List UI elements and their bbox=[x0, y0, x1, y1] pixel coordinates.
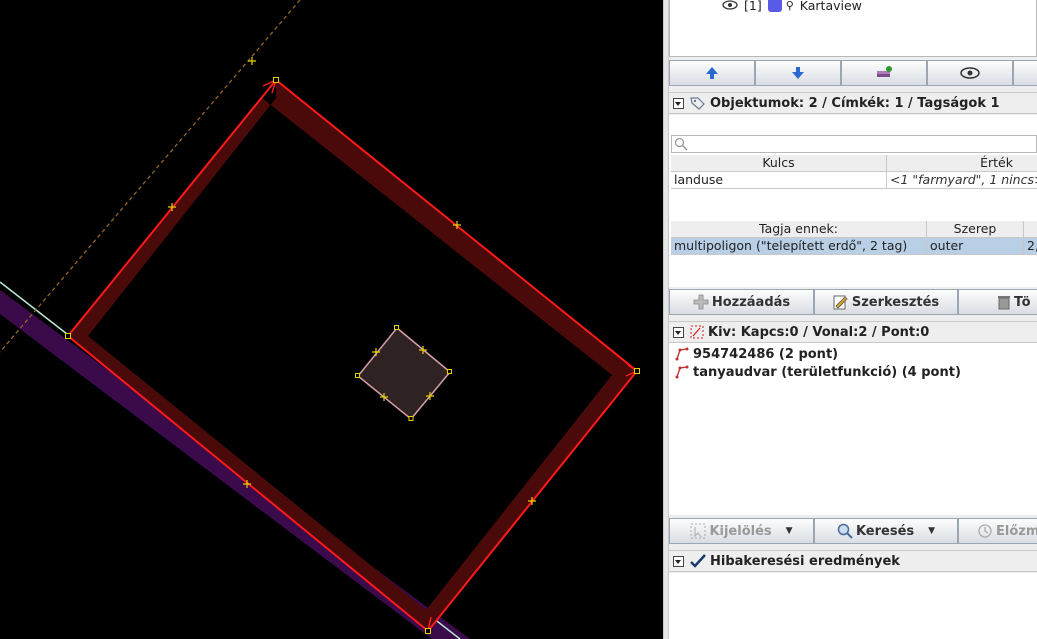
validation-panel-title: Hibakeresési eredmények bbox=[710, 553, 900, 569]
layer-label: Kartaview bbox=[799, 0, 862, 13]
node[interactable] bbox=[65, 333, 71, 339]
move-up-button[interactable] bbox=[669, 60, 755, 86]
history-button[interactable]: Előzm bbox=[958, 518, 1037, 544]
membership-role-cell[interactable]: outer bbox=[927, 238, 1024, 255]
dashed-boundary-line bbox=[0, 0, 301, 353]
selection-icon bbox=[690, 325, 704, 339]
history-label: Előzm bbox=[996, 523, 1037, 539]
tags-panel-body: Kulcs Érték landuse <1 "farmyard", 1 nin… bbox=[669, 115, 1037, 287]
search-icon bbox=[674, 137, 688, 151]
node[interactable] bbox=[634, 368, 640, 374]
selection-panel-title: Kiv: Kapcs:0 / Vonal:2 / Pont:0 bbox=[708, 324, 930, 340]
kartaview-icon bbox=[767, 0, 782, 12]
node[interactable] bbox=[425, 628, 431, 634]
selected-area-inner-band bbox=[68, 80, 637, 631]
virtual-nodes[interactable] bbox=[168, 57, 536, 505]
eye-icon bbox=[960, 67, 980, 79]
collapse-toggle-icon[interactable] bbox=[673, 97, 684, 109]
column-header-value[interactable]: Érték bbox=[887, 155, 1037, 172]
selection-list: 954742486 (2 pont) tanyaudvar (területfu… bbox=[669, 343, 1037, 515]
node[interactable] bbox=[273, 77, 279, 83]
node[interactable] bbox=[355, 373, 360, 378]
move-down-button[interactable] bbox=[755, 60, 841, 86]
delete-tag-label: Tö bbox=[1014, 294, 1031, 310]
table-row[interactable]: landuse <1 "farmyard", 1 nincs> bbox=[671, 172, 1037, 189]
column-header-member-of[interactable]: Tagja ennek: bbox=[671, 221, 927, 238]
select-label: Kijelölés bbox=[709, 523, 772, 539]
list-item[interactable]: 954742486 (2 pont) bbox=[675, 345, 838, 363]
plus-icon bbox=[693, 294, 709, 310]
map-view[interactable] bbox=[0, 0, 663, 639]
delete-tag-button[interactable]: Tö bbox=[958, 289, 1037, 315]
tags-toolbar: Hozzáadás Szerkesztés Tö bbox=[669, 289, 1037, 315]
arrow-up-icon bbox=[706, 67, 718, 79]
column-header-position[interactable] bbox=[1024, 221, 1037, 238]
side-panel: [1] ⚲ Kartaview Objektumok: 2 / Címkék: … bbox=[669, 0, 1037, 639]
edit-tag-button[interactable]: Szerkesztés bbox=[814, 289, 958, 315]
selection-item-label: 954742486 (2 pont) bbox=[693, 346, 839, 362]
tag-value-cell[interactable]: <1 "farmyard", 1 nincs> bbox=[887, 172, 1037, 189]
tag-search-field[interactable] bbox=[671, 135, 1037, 153]
arrow-down-icon bbox=[792, 67, 804, 79]
pin-icon: ⚲ bbox=[785, 0, 794, 12]
way-icon bbox=[675, 347, 689, 361]
validation-list bbox=[669, 573, 1037, 639]
trash-icon bbox=[998, 296, 1010, 310]
column-header-key[interactable]: Kulcs bbox=[671, 155, 887, 172]
membership-pos-cell[interactable]: 2, bbox=[1024, 238, 1037, 255]
selection-panel-header[interactable]: Kiv: Kapcs:0 / Vonal:2 / Pont:0 bbox=[669, 321, 1037, 343]
collapse-toggle-icon[interactable] bbox=[673, 326, 684, 338]
checkmark-icon bbox=[690, 554, 706, 568]
add-tag-label: Hozzáadás bbox=[711, 294, 791, 310]
node[interactable] bbox=[447, 369, 452, 374]
edit-tag-label: Szerkesztés bbox=[851, 294, 940, 310]
tags-table-header: Kulcs Érték bbox=[671, 155, 1037, 172]
membership-table-header: Tagja ennek: Szerep bbox=[671, 221, 1037, 238]
chevron-down-icon[interactable]: ▼ bbox=[786, 526, 793, 536]
magnifier-icon bbox=[837, 523, 853, 539]
node[interactable] bbox=[408, 416, 414, 421]
edit-icon bbox=[833, 295, 848, 310]
eye-icon[interactable] bbox=[722, 0, 738, 13]
search-label: Keresés bbox=[855, 523, 915, 539]
tags-panel-header[interactable]: Objektumok: 2 / Címkék: 1 / Tagságok 1 bbox=[669, 92, 1037, 114]
layer-index: [1] bbox=[744, 0, 762, 13]
layers-list: [1] ⚲ Kartaview bbox=[669, 0, 1037, 57]
column-header-role[interactable]: Szerep bbox=[927, 221, 1024, 238]
history-icon bbox=[978, 524, 992, 538]
list-item[interactable]: tanyaudvar (területfunkció) (4 pont) bbox=[675, 363, 961, 381]
selection-item-label: tanyaudvar (területfunkció) (4 pont) bbox=[693, 364, 961, 380]
search-button[interactable]: Keresés ▼ bbox=[814, 518, 958, 544]
layer-toolbar bbox=[669, 60, 1037, 86]
merge-layer-button[interactable] bbox=[841, 60, 927, 86]
collapse-toggle-icon[interactable] bbox=[673, 555, 684, 567]
virtual-node[interactable] bbox=[248, 57, 256, 65]
way-icon bbox=[675, 365, 689, 379]
node[interactable] bbox=[394, 325, 399, 330]
farmyard-area[interactable] bbox=[356, 326, 452, 421]
membership-relation-cell[interactable]: multipoligon ("telepített erdő", 2 tag) bbox=[671, 238, 927, 255]
tag-icon bbox=[690, 97, 705, 110]
select-button[interactable]: Kijelölés ▼ bbox=[669, 518, 814, 544]
layer-row-kartaview[interactable]: [1] ⚲ Kartaview bbox=[722, 0, 862, 13]
select-icon bbox=[690, 523, 706, 539]
chevron-down-icon[interactable]: ▼ bbox=[928, 526, 935, 536]
selection-toolbar: Kijelölés ▼ Keresés ▼ Előzm bbox=[669, 518, 1037, 544]
layers-merge-icon bbox=[877, 66, 892, 77]
validation-panel-header[interactable]: Hibakeresési eredmények bbox=[669, 550, 1037, 572]
toggle-visibility-button[interactable] bbox=[927, 60, 1013, 86]
more-layer-button[interactable] bbox=[1013, 60, 1037, 86]
add-tag-button[interactable]: Hozzáadás bbox=[669, 289, 814, 315]
map-canvas[interactable] bbox=[0, 0, 663, 639]
tag-key-cell[interactable]: landuse bbox=[671, 172, 887, 189]
table-row[interactable]: multipoligon ("telepített erdő", 2 tag) … bbox=[671, 238, 1037, 255]
tags-panel-title: Objektumok: 2 / Címkék: 1 / Tagságok 1 bbox=[710, 95, 1000, 111]
